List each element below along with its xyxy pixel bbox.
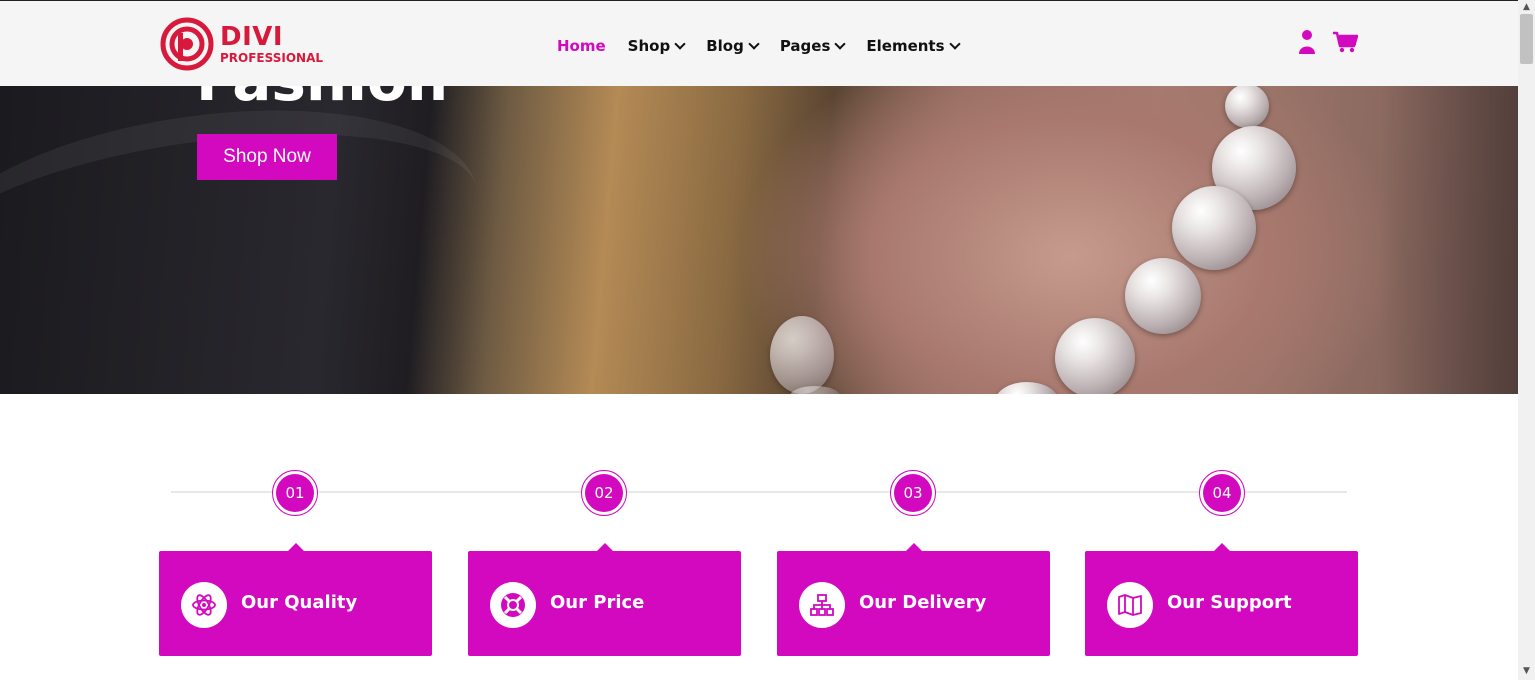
lifebuoy-icon: [490, 582, 536, 628]
card-title: Our Price: [550, 592, 645, 613]
atom-icon: [181, 582, 227, 628]
pearl: [1172, 186, 1256, 270]
site-header: DIVI PROFESSIONAL Home Shop Blog Pages E…: [0, 0, 1518, 86]
feature-card-price[interactable]: Our Price: [468, 543, 741, 656]
page-scrollbar[interactable]: ▲ ▼: [1518, 0, 1535, 680]
scroll-thumb[interactable]: [1520, 14, 1533, 64]
user-icon[interactable]: [1298, 29, 1316, 55]
card-pointer: [287, 543, 304, 551]
card-title: Our Delivery: [859, 592, 987, 613]
step-number: 03: [894, 474, 932, 512]
step-number: 04: [1203, 474, 1241, 512]
nav-item-shop[interactable]: Shop: [627, 37, 686, 55]
logo-word-professional: PROFESSIONAL: [220, 51, 324, 65]
feature-card-support[interactable]: Our Support: [1085, 543, 1358, 656]
logo-mark-icon: [160, 17, 214, 71]
chevron-down-icon: [948, 38, 961, 50]
scroll-up-arrow-icon[interactable]: ▲: [1518, 0, 1535, 14]
pearl: [995, 382, 1059, 394]
logo[interactable]: DIVI PROFESSIONAL: [160, 17, 323, 71]
step-marker: 02: [581, 470, 627, 516]
step-marker: 01: [272, 470, 318, 516]
chevron-down-icon: [834, 38, 847, 50]
nav-item-elements[interactable]: Elements: [866, 37, 961, 55]
hero-background-swirl: [0, 86, 494, 380]
nav-label-home: Home: [557, 37, 606, 55]
cart-icon[interactable]: [1332, 30, 1358, 54]
step-marker: 03: [890, 470, 936, 516]
feature-card-quality[interactable]: Our Quality: [159, 543, 432, 656]
pearl: [1125, 258, 1201, 334]
hero-heading: Fashion: [196, 86, 448, 114]
chevron-down-icon: [748, 38, 760, 50]
pearl: [770, 316, 834, 394]
nav-label-pages: Pages: [779, 37, 831, 55]
nav-label-blog: Blog: [706, 37, 744, 55]
pearl: [1225, 86, 1269, 128]
hero-shadow: [1380, 86, 1518, 394]
chevron-down-icon: [674, 38, 686, 50]
step-number: 02: [585, 474, 623, 512]
nav-label-shop: Shop: [627, 37, 671, 55]
step-number: 01: [276, 474, 314, 512]
hero-banner: Fashion Shop Now: [0, 86, 1518, 394]
header-icons: [1298, 29, 1358, 55]
logo-text: DIVI PROFESSIONAL: [220, 24, 323, 64]
main-nav: Home Shop Blog Pages Elements: [557, 37, 961, 55]
nav-label-elements: Elements: [866, 37, 945, 55]
sitemap-icon: [799, 582, 845, 628]
map-icon: [1107, 582, 1153, 628]
card-pointer: [905, 543, 922, 551]
shop-now-button[interactable]: Shop Now: [197, 134, 337, 180]
step-marker: 04: [1199, 470, 1245, 516]
nav-item-pages[interactable]: Pages: [779, 37, 847, 55]
steps-line: [171, 491, 1347, 493]
logo-word-divi: DIVI: [220, 22, 284, 52]
pearl: [1055, 318, 1135, 394]
card-title: Our Support: [1167, 592, 1292, 613]
feature-card-delivery[interactable]: Our Delivery: [777, 543, 1050, 656]
nav-item-blog[interactable]: Blog: [706, 37, 760, 55]
scroll-down-arrow-icon[interactable]: ▼: [1518, 664, 1535, 678]
card-pointer: [596, 543, 613, 551]
card-pointer: [1213, 543, 1230, 551]
card-title: Our Quality: [241, 592, 358, 613]
nav-item-home[interactable]: Home: [557, 37, 606, 55]
